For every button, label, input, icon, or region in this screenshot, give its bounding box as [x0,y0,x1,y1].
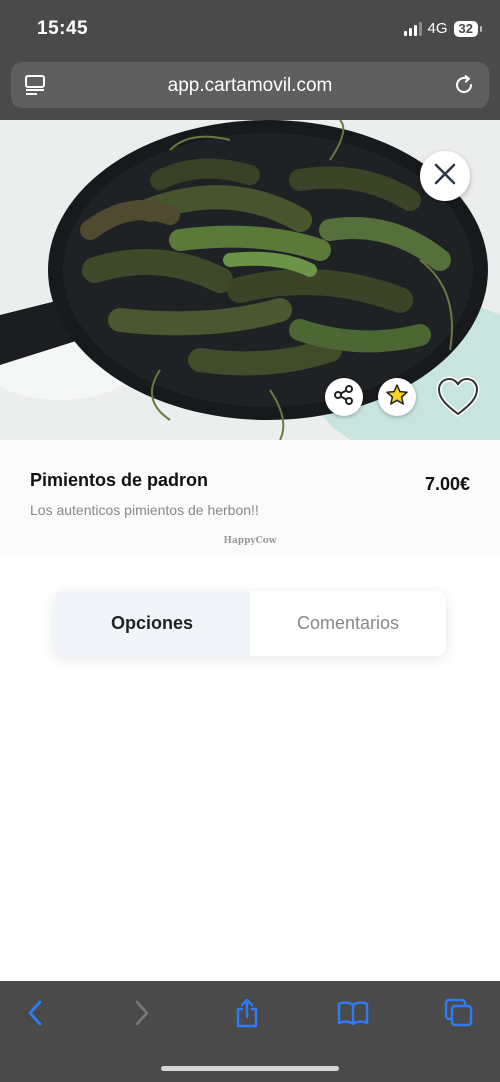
tabs-button[interactable] [439,998,479,1033]
tab-opciones[interactable]: Opciones [54,591,250,656]
close-button[interactable] [420,151,470,201]
status-time: 15:45 [37,18,89,39]
like-button[interactable] [436,376,480,418]
close-icon [433,162,457,191]
status-bar: 15:45 4G 32 [0,0,500,56]
browser-address-area: app.cartamovil.com [0,56,500,120]
heart-icon [436,376,480,422]
product-name: Pimientos de padron [30,470,209,490]
tab-comentarios[interactable]: Comentarios [250,591,446,656]
favorite-button[interactable] [378,378,416,416]
share-icon [333,384,355,411]
status-indicators: 4G 32 [403,20,483,37]
forward-button[interactable] [122,999,162,1031]
back-button[interactable] [15,999,55,1031]
share-page-button[interactable] [227,998,267,1033]
product-info: Pimientos de padron 7.00€ Los autenticos… [0,440,500,555]
home-indicator [161,1066,339,1071]
signal-icon [403,21,422,36]
back-icon [27,1000,43,1031]
share-button[interactable] [325,378,363,416]
bookmarks-button[interactable] [333,999,373,1031]
url-text[interactable]: app.cartamovil.com [11,75,489,97]
watermark: HappyCow [223,536,277,546]
battery-indicator: 32 [453,20,483,37]
product-price: 7.00€ [424,474,470,494]
browser-toolbar [0,981,500,1082]
product-description: Los autenticos pimientos de herbon!! [30,502,259,518]
tab-bar: Opciones Comentarios [54,591,446,656]
address-bar[interactable]: app.cartamovil.com [11,62,489,108]
network-type: 4G [427,20,448,37]
star-icon [385,383,409,412]
tabs-icon [444,998,474,1033]
forward-icon [134,1000,150,1031]
reload-icon[interactable] [453,74,475,101]
share-icon [234,998,260,1033]
bookmarks-icon [337,1000,369,1031]
